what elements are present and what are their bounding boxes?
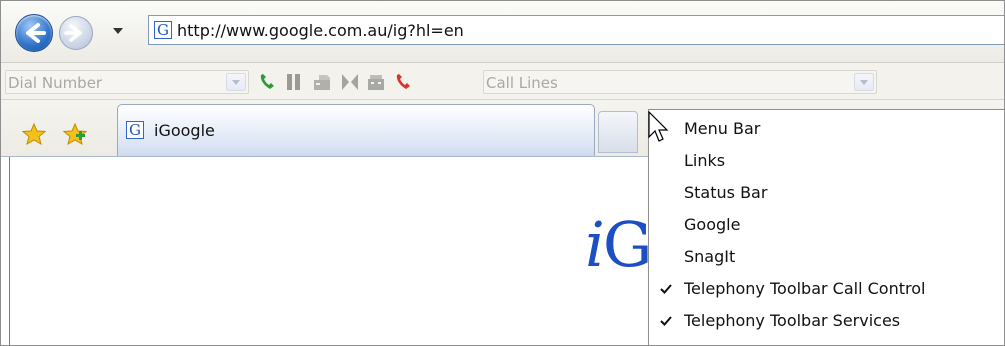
menu-item-label: Google — [684, 215, 741, 234]
new-tab-button[interactable] — [598, 111, 638, 153]
dial-number-dropdown-icon[interactable] — [226, 73, 246, 91]
call-lines-combo[interactable]: Call Lines — [483, 70, 877, 94]
answer-call-icon[interactable] — [257, 71, 279, 93]
menu-item-label: Menu Bar — [684, 119, 761, 138]
browser-window: G http://www.google.com.au/ig?hl=en Dial… — [0, 0, 1005, 346]
google-favicon-icon: G — [126, 121, 144, 139]
dial-number-placeholder: Dial Number — [8, 74, 103, 92]
tab-title: iGoogle — [154, 121, 215, 140]
hold-icon[interactable] — [283, 71, 305, 93]
hang-up-icon[interactable] — [393, 71, 415, 93]
recent-pages-dropdown-icon[interactable] — [113, 28, 123, 34]
transfer-icon[interactable] — [311, 71, 333, 93]
menu-item-telephony-call-control[interactable]: Telephony Toolbar Call Control — [649, 274, 1004, 306]
forward-button[interactable] — [59, 16, 93, 50]
back-arrow-icon — [26, 23, 46, 43]
back-button[interactable] — [15, 14, 53, 52]
tab-igoogle[interactable]: G iGoogle — [117, 104, 595, 156]
toolbar-context-menu: Menu Bar Links Status Bar Google SnagIt … — [648, 109, 1004, 345]
content-border — [9, 157, 10, 345]
add-favorite-icon[interactable] — [63, 123, 87, 145]
conference-icon[interactable] — [339, 71, 361, 93]
menu-item-telephony-services[interactable]: Telephony Toolbar Services — [649, 306, 1004, 338]
menu-item-label: Status Bar — [684, 183, 768, 202]
menu-item-label: SnagIt — [684, 247, 736, 266]
menu-item-links[interactable]: Links — [649, 146, 1004, 178]
navigation-toolbar: G http://www.google.com.au/ig?hl=en — [1, 1, 1004, 63]
phone-settings-icon[interactable] — [365, 71, 387, 93]
call-lines-dropdown-icon[interactable] — [854, 73, 874, 91]
google-favicon-icon: G — [154, 21, 172, 39]
menu-item-label: Telephony Toolbar Call Control — [684, 279, 926, 298]
menu-item-snagit[interactable]: SnagIt — [649, 242, 1004, 274]
logo-letter-i: i — [585, 208, 605, 281]
address-bar[interactable]: G http://www.google.com.au/ig?hl=en — [148, 15, 1004, 45]
menu-item-label: Links — [684, 151, 726, 170]
checkmark-icon — [660, 284, 672, 294]
mouse-cursor-icon — [648, 111, 669, 142]
favorites-star-icon[interactable] — [22, 123, 46, 145]
address-url[interactable]: http://www.google.com.au/ig?hl=en — [177, 21, 464, 40]
logo-letter-g: G — [602, 208, 653, 281]
telephony-toolbar: Dial Number Call Lines — [1, 63, 1004, 100]
checkmark-icon — [660, 316, 672, 326]
dial-number-combo[interactable]: Dial Number — [5, 70, 249, 94]
forward-arrow-icon — [64, 24, 82, 42]
menu-item-google[interactable]: Google — [649, 210, 1004, 242]
igoogle-logo: iG — [585, 214, 652, 276]
menu-item-menu-bar[interactable]: Menu Bar — [649, 114, 1004, 146]
menu-item-label: Telephony Toolbar Services — [684, 311, 901, 330]
call-lines-placeholder: Call Lines — [486, 74, 558, 92]
menu-item-status-bar[interactable]: Status Bar — [649, 178, 1004, 210]
